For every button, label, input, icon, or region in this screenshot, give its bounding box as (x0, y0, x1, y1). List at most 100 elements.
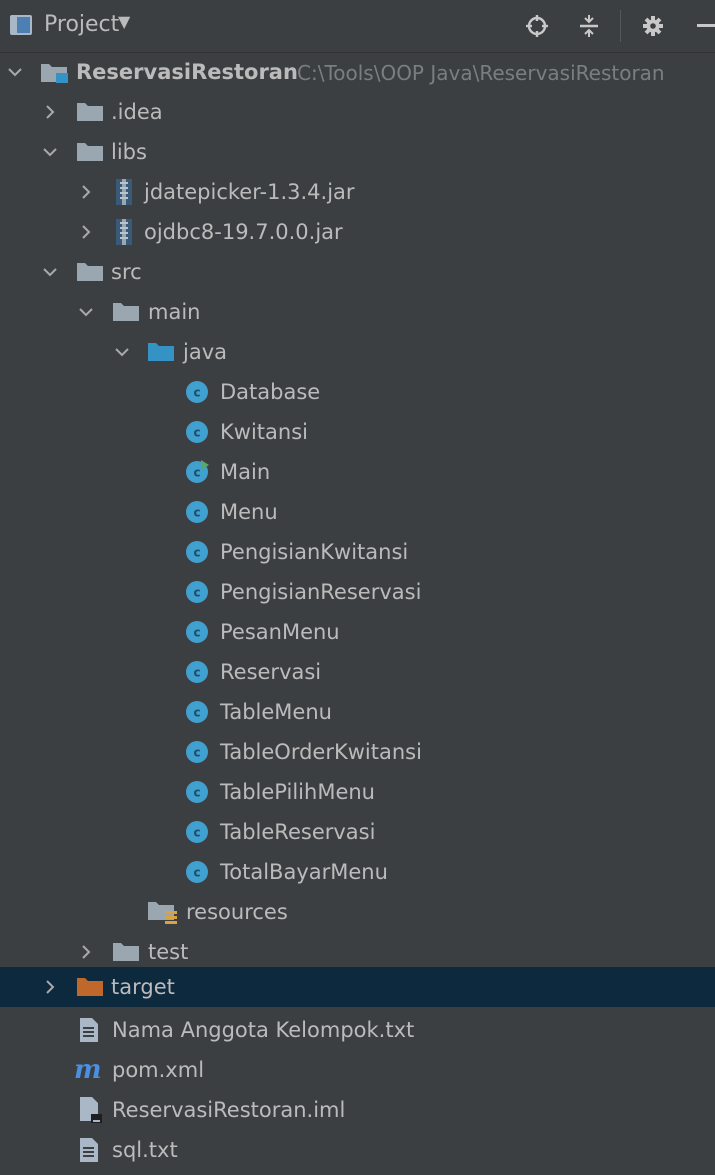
tree-label: TableReservasi (220, 820, 376, 844)
svg-text:c: c (193, 506, 200, 520)
tree-node-resources[interactable]: resources (0, 892, 715, 932)
svg-text:c: c (193, 466, 200, 480)
tree-node-test[interactable]: test (0, 932, 715, 972)
tree-node-file[interactable]: ReservasiRestoran.iml (0, 1090, 715, 1130)
tree-node-class[interactable]: c PengisianKwitansi (0, 532, 715, 572)
svg-text:c: c (193, 786, 200, 800)
java-class-icon: c (184, 532, 210, 572)
tree-label: Kwitansi (220, 420, 308, 444)
tree-label: target (111, 975, 175, 999)
tree-node-idea[interactable]: .idea (0, 92, 715, 132)
tree-node-class[interactable]: c TableReservasi (0, 812, 715, 852)
folder-icon (112, 292, 140, 332)
project-view-title[interactable]: Project (44, 12, 119, 37)
tree-label: resources (186, 900, 288, 924)
tree-label: TotalBayarMenu (220, 860, 388, 884)
tree-label: java (183, 340, 227, 364)
java-class-icon: c (184, 772, 210, 812)
java-class-icon: c (184, 612, 210, 652)
chevron-right-icon[interactable] (38, 92, 62, 132)
java-class-icon: c (184, 852, 210, 892)
collapse-all-icon[interactable] (576, 9, 602, 43)
tree-node-class[interactable]: c Reservasi (0, 652, 715, 692)
maven-icon: m (74, 1055, 102, 1085)
jar-archive-icon (114, 172, 134, 212)
svg-text:c: c (193, 426, 200, 440)
tree-label: Reservasi (220, 660, 322, 684)
tree-label: PengisianReservasi (220, 580, 422, 604)
svg-text:c: c (193, 626, 200, 640)
chevron-right-icon[interactable] (74, 932, 98, 972)
java-class-icon: c (184, 692, 210, 732)
java-class-icon: c (184, 572, 210, 612)
tree-label: Main (220, 460, 271, 484)
tree-node-class[interactable]: c TablePilihMenu (0, 772, 715, 812)
tree-label: TableMenu (220, 700, 332, 724)
chevron-down-icon[interactable]: ▼ (118, 12, 130, 31)
tree-node-jar[interactable]: ojdbc8-19.7.0.0.jar (0, 212, 715, 252)
tree-label: src (111, 260, 142, 284)
tree-label: sql.txt (112, 1138, 178, 1162)
jar-archive-icon (114, 212, 134, 252)
tree-node-class[interactable]: c Database (0, 372, 715, 412)
tree-label-project-path: C:\Tools\OOP Java\ReservasiRestoran (297, 61, 665, 85)
tree-label: TablePilihMenu (220, 780, 375, 804)
tree-label: libs (111, 140, 147, 164)
tree-label: Menu (220, 500, 278, 524)
tree-node-class[interactable]: c TotalBayarMenu (0, 852, 715, 892)
svg-text:c: c (193, 586, 200, 600)
project-tool-window-header: Project ▼ (0, 0, 715, 53)
tree-node-class-main[interactable]: c Main (0, 452, 715, 492)
tree-node-class[interactable]: c PengisianReservasi (0, 572, 715, 612)
svg-text:c: c (193, 706, 200, 720)
java-class-icon: c (184, 492, 210, 532)
chevron-down-icon[interactable] (3, 52, 27, 92)
folder-icon (76, 132, 104, 172)
tree-node-class[interactable]: c PesanMenu (0, 612, 715, 652)
tree-node-class[interactable]: c Menu (0, 492, 715, 532)
tree-label: Database (220, 380, 321, 404)
tree-node-file[interactable]: Nama Anggota Kelompok.txt (0, 1010, 715, 1050)
chevron-down-icon[interactable] (74, 292, 98, 332)
header-divider (620, 10, 621, 42)
project-view-icon (10, 15, 32, 35)
chevron-down-icon[interactable] (38, 132, 62, 172)
chevron-right-icon[interactable] (74, 172, 98, 212)
tree-node-class[interactable]: c Kwitansi (0, 412, 715, 452)
tree-label: ojdbc8-19.7.0.0.jar (144, 220, 343, 244)
excluded-folder-icon (76, 967, 104, 1007)
tree-label: main (148, 300, 201, 324)
chevron-down-icon[interactable] (110, 332, 134, 372)
gear-icon[interactable] (640, 9, 666, 43)
java-class-icon: c (184, 412, 210, 452)
tree-node-class[interactable]: c TableOrderKwitansi (0, 732, 715, 772)
tree-label: ReservasiRestoran.iml (112, 1098, 346, 1122)
tree-node-libs[interactable]: libs (0, 132, 715, 172)
tree-label: jdatepicker-1.3.4.jar (144, 180, 355, 204)
tree-node-jar[interactable]: jdatepicker-1.3.4.jar (0, 172, 715, 212)
resources-folder-icon (147, 892, 179, 932)
locate-icon[interactable] (524, 9, 550, 43)
folder-icon (76, 92, 104, 132)
module-file-icon (78, 1090, 104, 1130)
tree-node-class[interactable]: c TableMenu (0, 692, 715, 732)
svg-text:c: c (193, 866, 200, 880)
folder-icon (112, 932, 140, 972)
tree-node-file[interactable]: m pom.xml (0, 1050, 715, 1090)
module-folder-icon (40, 52, 70, 92)
tree-node-project-root[interactable]: ReservasiRestoran C:\Tools\OOP Java\Rese… (0, 52, 715, 92)
hide-icon[interactable] (694, 9, 715, 43)
tree-label: .idea (111, 100, 163, 124)
tree-node-main[interactable]: main (0, 292, 715, 332)
tree-node-target[interactable]: target (0, 967, 715, 1007)
java-class-icon: c (184, 732, 210, 772)
chevron-down-icon[interactable] (38, 252, 62, 292)
bottom-toolbar-strip (0, 1162, 715, 1175)
svg-text:c: c (193, 666, 200, 680)
text-file-icon (78, 1010, 100, 1050)
tree-node-src[interactable]: src (0, 252, 715, 292)
chevron-right-icon[interactable] (38, 967, 62, 1007)
tree-node-java[interactable]: java (0, 332, 715, 372)
chevron-right-icon[interactable] (74, 212, 98, 252)
java-main-class-icon: c (184, 452, 210, 492)
